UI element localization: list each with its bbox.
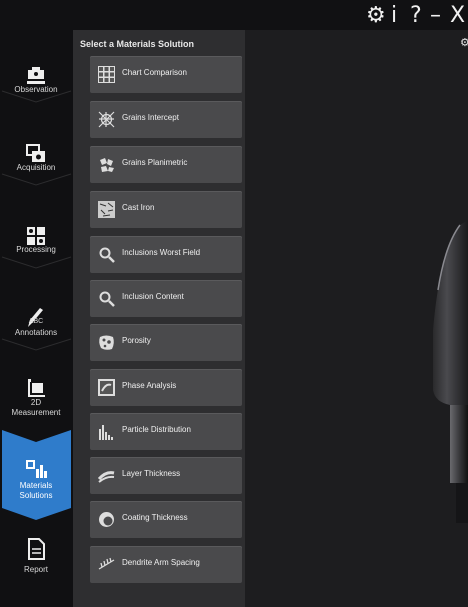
nav-materials-solutions[interactable]: Materials Solutions	[2, 445, 70, 517]
button-label: Coating Thickness	[122, 513, 188, 522]
nav-label: 2D	[30, 398, 42, 407]
grains-intercept-button[interactable]: Grains Intercept	[90, 101, 242, 138]
button-label: Dendrite Arm Spacing	[122, 558, 200, 567]
inclusions-worst-field-button[interactable]: Inclusions Worst Field	[90, 236, 242, 273]
layer-thickness-button[interactable]: Layer Thickness	[90, 457, 242, 494]
nav-label: Processing	[16, 245, 56, 254]
grains-planimetric-button[interactable]: Grains Planimetric	[90, 146, 242, 183]
chart-comparison-icon	[98, 66, 115, 83]
minimize-button[interactable]: –	[430, 2, 441, 30]
microscope-image	[245, 30, 468, 607]
button-label: Layer Thickness	[122, 469, 181, 478]
close-button[interactable]: X	[450, 2, 465, 30]
nav-observation[interactable]: Observation	[2, 52, 70, 124]
nav-label: Acquisition	[16, 163, 56, 172]
button-label: Inclusion Content	[122, 292, 184, 301]
grains-planimetric-icon	[100, 158, 114, 172]
button-label: Chart Comparison	[122, 68, 187, 77]
nav-acquisition[interactable]: Acquisition	[2, 130, 70, 202]
particle-distribution-button[interactable]: Particle Distribution	[90, 413, 242, 450]
button-label: Porosity	[122, 336, 151, 345]
help-icon[interactable]: ?	[410, 2, 422, 30]
nav-label: Observation	[14, 85, 58, 94]
nav-label-2: Measurement	[11, 408, 61, 417]
inclusion-content-button[interactable]: Inclusion Content	[90, 280, 242, 317]
coating-thickness-icon	[99, 512, 114, 527]
chart-comparison-button[interactable]: Chart Comparison	[90, 56, 242, 93]
nav-measurement[interactable]: 2D Measurement	[2, 365, 70, 437]
dendrite-arm-spacing-button[interactable]: Dendrite Arm Spacing	[90, 546, 242, 583]
info-icon[interactable]: i	[391, 2, 397, 30]
phase-analysis-icon	[98, 379, 115, 396]
button-label: Grains Intercept	[122, 113, 179, 122]
document-icon	[28, 538, 45, 560]
nav-label: Report	[23, 565, 48, 574]
chart-icon	[26, 460, 47, 478]
viewer-settings-icon[interactable]: ⚙	[460, 36, 468, 49]
button-label: Inclusions Worst Field	[122, 248, 201, 257]
button-label: Cast Iron	[122, 203, 155, 212]
magnifier-icon	[99, 291, 115, 307]
nav-report[interactable]: Report	[2, 525, 70, 597]
nav-label: Materials	[19, 481, 53, 490]
porosity-button[interactable]: Porosity	[90, 324, 242, 361]
nav-annotations[interactable]: ABC Annotations	[2, 293, 70, 365]
nav-label: Annotations	[14, 328, 58, 337]
dendrite-icon	[98, 557, 115, 570]
grains-intercept-icon	[98, 111, 115, 128]
coating-thickness-button[interactable]: Coating Thickness	[90, 501, 242, 538]
nav-label-2: Solutions	[19, 491, 53, 500]
particle-distribution-icon	[99, 425, 113, 440]
cast-iron-button[interactable]: Cast Iron	[90, 191, 242, 228]
panel-heading: Select a Materials Solution	[80, 39, 195, 49]
button-label: Particle Distribution	[122, 425, 191, 434]
layer-thickness-icon	[98, 471, 115, 483]
phase-analysis-button[interactable]: Phase Analysis	[90, 369, 242, 406]
nav-sublabel: ABC	[28, 318, 44, 325]
magnifier-icon	[99, 247, 115, 263]
image-viewer	[245, 30, 468, 607]
settings-icon[interactable]: ⚙	[366, 2, 386, 30]
button-label: Grains Planimetric	[122, 158, 188, 167]
porosity-icon	[99, 335, 114, 350]
nav-processing[interactable]: Processing	[2, 212, 70, 284]
title-bar	[0, 0, 468, 30]
cast-iron-icon	[98, 201, 115, 218]
button-label: Phase Analysis	[122, 381, 177, 390]
